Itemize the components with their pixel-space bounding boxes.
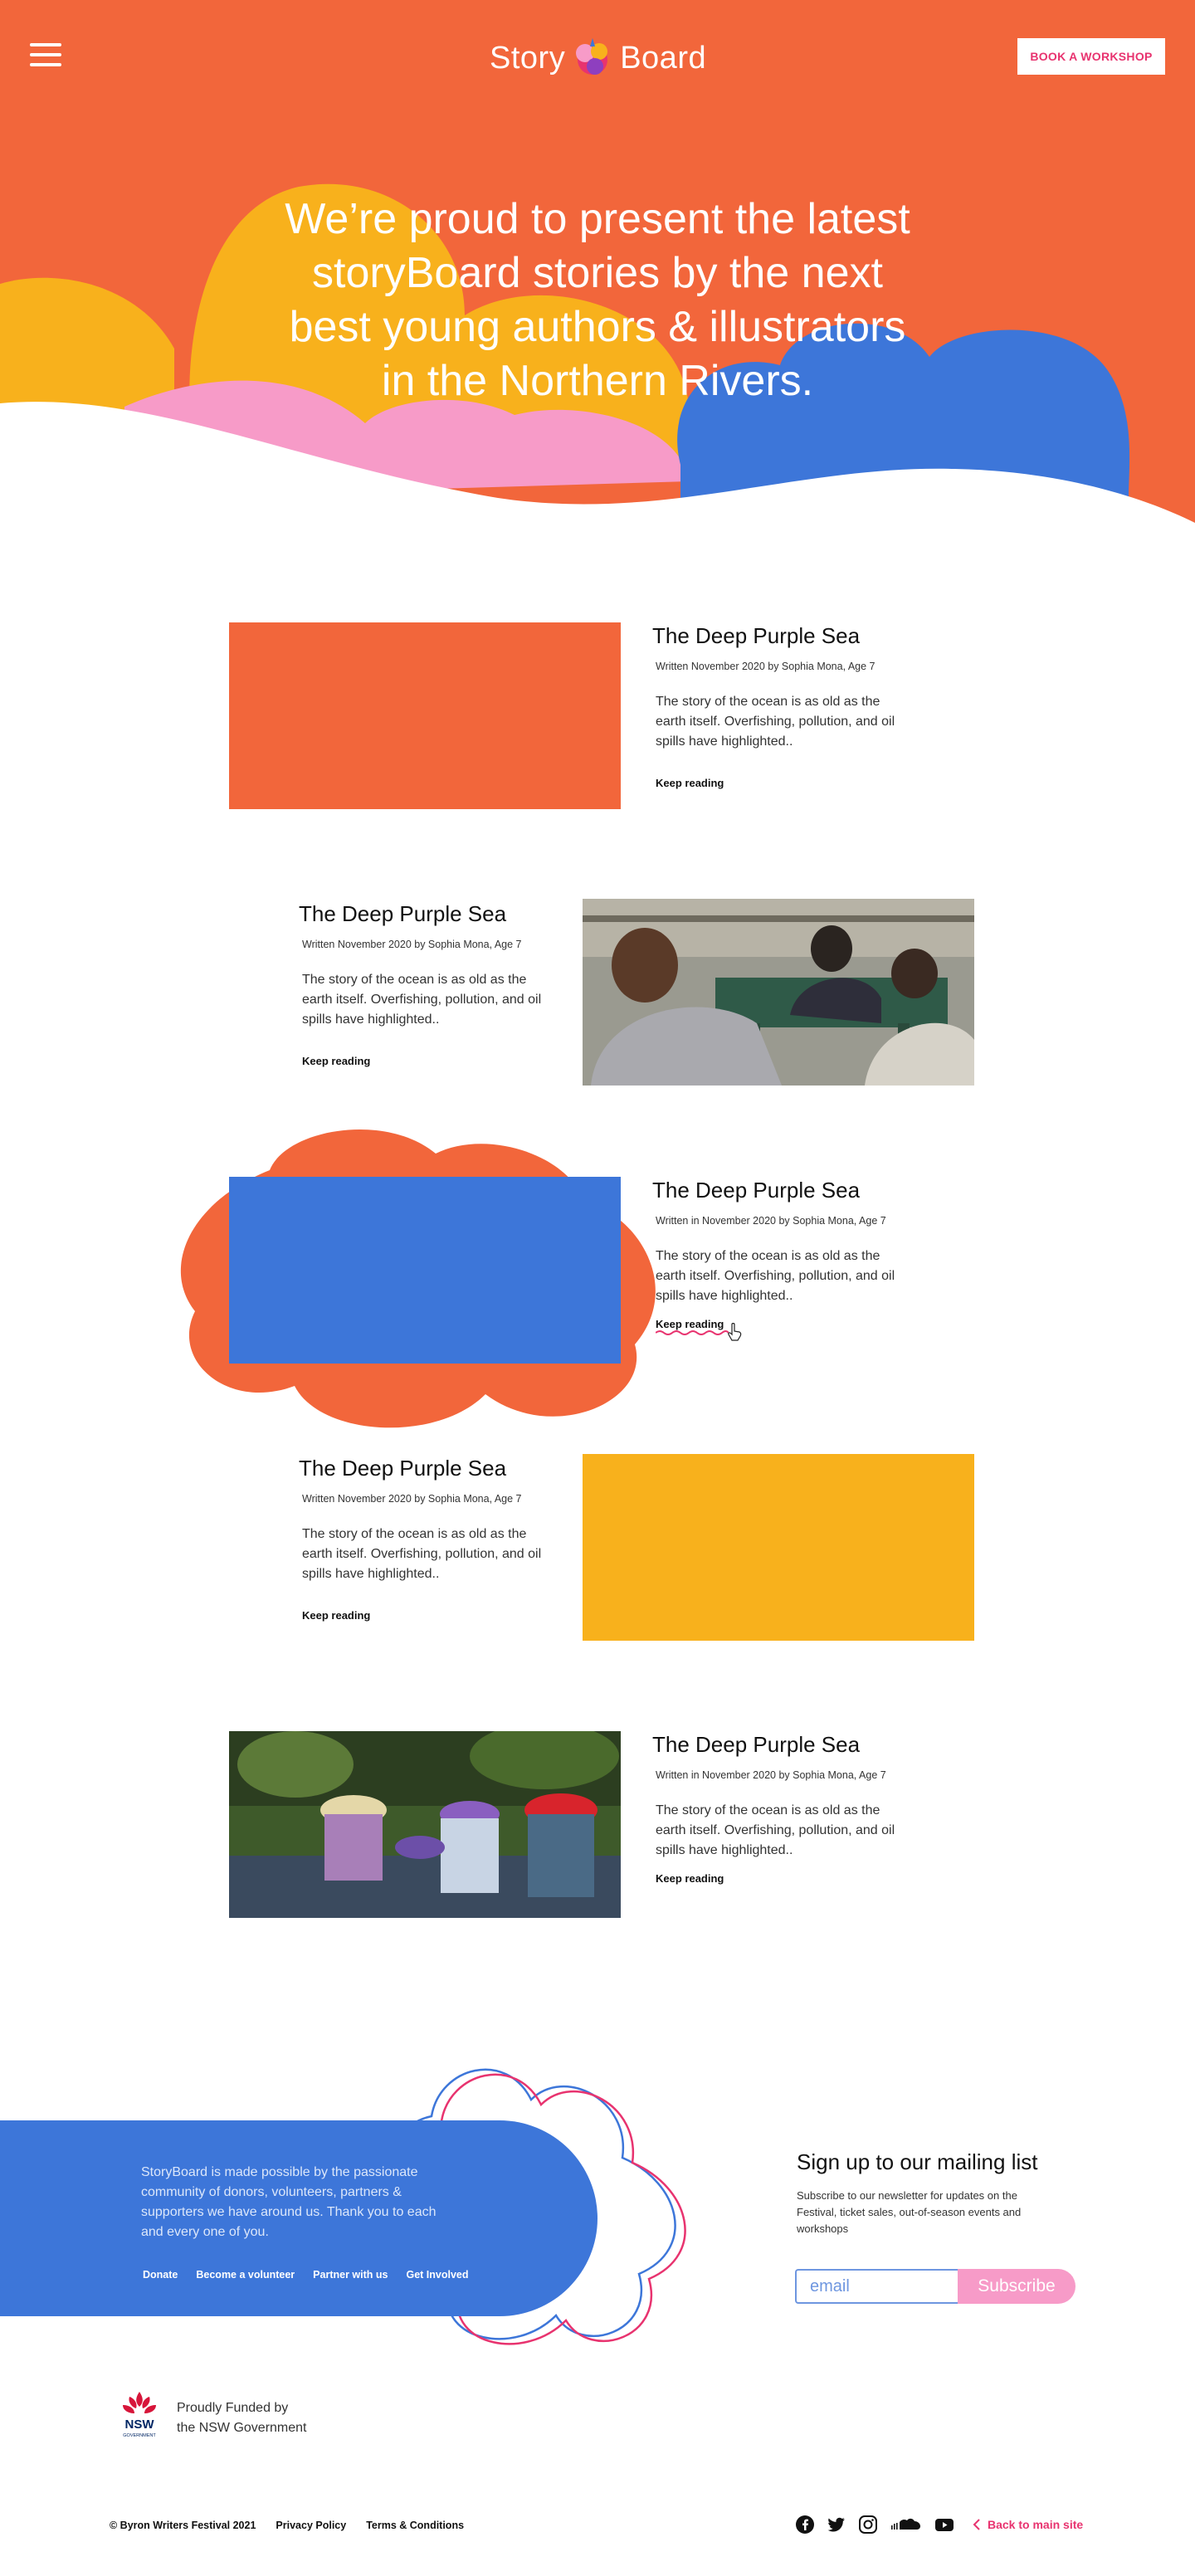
- squiggle-underline-icon: [656, 1330, 729, 1335]
- subscribe-button[interactable]: Subscribe: [958, 2269, 1076, 2304]
- nsw-logo-text: NSW: [125, 2417, 155, 2432]
- terms-link[interactable]: Terms & Conditions: [366, 2520, 464, 2531]
- back-to-main-site-link[interactable]: Back to main site: [973, 2518, 1083, 2531]
- hand-cursor-icon: [728, 1323, 742, 1341]
- keep-reading-link[interactable]: Keep reading: [302, 1055, 370, 1067]
- story-meta: Written November 2020 by Sophia Mona, Ag…: [302, 1493, 522, 1505]
- footer-blurb: StoryBoard is made possible by the passi…: [141, 2165, 437, 2239]
- partner-link[interactable]: Partner with us: [313, 2269, 388, 2281]
- volunteer-link[interactable]: Become a volunteer: [196, 2269, 295, 2281]
- story-excerpt: The story of the ocean is as old as the …: [656, 1249, 895, 1303]
- keep-reading-link[interactable]: Keep reading: [656, 1872, 724, 1885]
- hero-line-3: best young authors & illustrators: [289, 303, 906, 351]
- mailing-list-title: Sign up to our mailing list: [797, 2149, 1038, 2174]
- soundcloud-icon[interactable]: [890, 2515, 923, 2535]
- keep-reading-label: Keep reading: [656, 1318, 724, 1330]
- story-title[interactable]: The Deep Purple Sea: [652, 1731, 926, 1758]
- story-meta: Written November 2020 by Sophia Mona, Ag…: [302, 939, 522, 950]
- story-meta: Written in November 2020 by Sophia Mona,…: [656, 1215, 886, 1227]
- chevron-left-icon: [973, 2519, 980, 2530]
- twitter-icon[interactable]: [827, 2515, 846, 2535]
- story-excerpt: The story of the ocean is as old as the …: [656, 695, 895, 749]
- story-card-5: The Deep Purple Sea Written in November …: [652, 1731, 926, 1886]
- logo-text-story: Story: [490, 40, 566, 76]
- instagram-icon[interactable]: [858, 2515, 878, 2535]
- hero-heading: We’re proud to present the latest storyB…: [249, 193, 946, 408]
- email-input[interactable]: [795, 2269, 959, 2304]
- story-image-blue[interactable]: [229, 1177, 621, 1364]
- funded-line-1: Proudly Funded by: [177, 2401, 289, 2415]
- story-meta: Written in November 2020 by Sophia Mona,…: [656, 1769, 886, 1781]
- story-card-4: The Deep Purple Sea Written November 202…: [299, 1455, 573, 1623]
- nsw-government-logo: NSW GOVERNMENT: [123, 2392, 156, 2438]
- footer-legal-bar: © Byron Writers Festival 2021 Privacy Po…: [110, 2520, 464, 2531]
- story-meta: Written November 2020 by Sophia Mona, Ag…: [656, 661, 876, 672]
- mailing-list-description: Subscribe to our newsletter for updates …: [797, 2189, 1022, 2235]
- children-writing-photo: [583, 899, 974, 1086]
- funded-by-text: Proudly Funded by the NSW Government: [177, 2398, 307, 2438]
- keep-reading-link[interactable]: Keep reading: [302, 1609, 370, 1622]
- donate-link[interactable]: Donate: [143, 2269, 178, 2281]
- keep-reading-link[interactable]: Keep reading: [656, 1318, 742, 1341]
- story-image-children-hats[interactable]: [229, 1731, 621, 1918]
- story-excerpt: The story of the ocean is as old as the …: [656, 1803, 895, 1857]
- story-image-orange[interactable]: [229, 622, 621, 809]
- story-title[interactable]: The Deep Purple Sea: [652, 1177, 926, 1203]
- story-card-3: The Deep Purple Sea Written in November …: [652, 1177, 926, 1341]
- hero-line-1: We’re proud to present the latest: [285, 195, 910, 243]
- story-card-2: The Deep Purple Sea Written November 202…: [299, 900, 573, 1069]
- hero-section: Story Board BOOK A WORKSHOP We’re proud …: [0, 0, 1195, 531]
- youtube-icon[interactable]: [934, 2515, 954, 2535]
- story-image-yellow[interactable]: [583, 1454, 974, 1641]
- keep-reading-link[interactable]: Keep reading: [656, 777, 724, 789]
- story-title[interactable]: The Deep Purple Sea: [299, 900, 573, 927]
- back-link-label: Back to main site: [988, 2518, 1084, 2531]
- storyboard-logo[interactable]: Story Board: [490, 33, 706, 83]
- story-card-1: The Deep Purple Sea Written November 202…: [652, 622, 926, 791]
- hamburger-menu-icon[interactable]: [30, 41, 63, 70]
- story-title[interactable]: The Deep Purple Sea: [299, 1455, 573, 1481]
- story-title[interactable]: The Deep Purple Sea: [652, 622, 926, 649]
- book-workshop-button[interactable]: BOOK A WORKSHOP: [1017, 38, 1165, 75]
- funded-line-2: the NSW Government: [177, 2421, 307, 2435]
- copyright-text: © Byron Writers Festival 2021: [110, 2520, 256, 2531]
- footer-support-links: Donate Become a volunteer Partner with u…: [143, 2269, 469, 2281]
- hero-line-2: storyBoard stories by the next: [312, 249, 883, 297]
- children-hats-photo: [229, 1731, 621, 1918]
- nsw-logo-subtext: GOVERNMENT: [123, 2433, 156, 2438]
- story-excerpt: The story of the ocean is as old as the …: [302, 1527, 542, 1581]
- story-excerpt: The story of the ocean is as old as the …: [302, 973, 542, 1027]
- privacy-policy-link[interactable]: Privacy Policy: [276, 2520, 346, 2531]
- get-involved-link[interactable]: Get Involved: [406, 2269, 468, 2281]
- facebook-icon[interactable]: [795, 2515, 815, 2535]
- story-image-children-writing[interactable]: [583, 899, 974, 1086]
- logo-flower-icon: [576, 38, 608, 75]
- social-icons: [795, 2515, 954, 2535]
- logo-text-board: Board: [620, 40, 707, 76]
- hero-line-4: in the Northern Rivers.: [381, 357, 814, 405]
